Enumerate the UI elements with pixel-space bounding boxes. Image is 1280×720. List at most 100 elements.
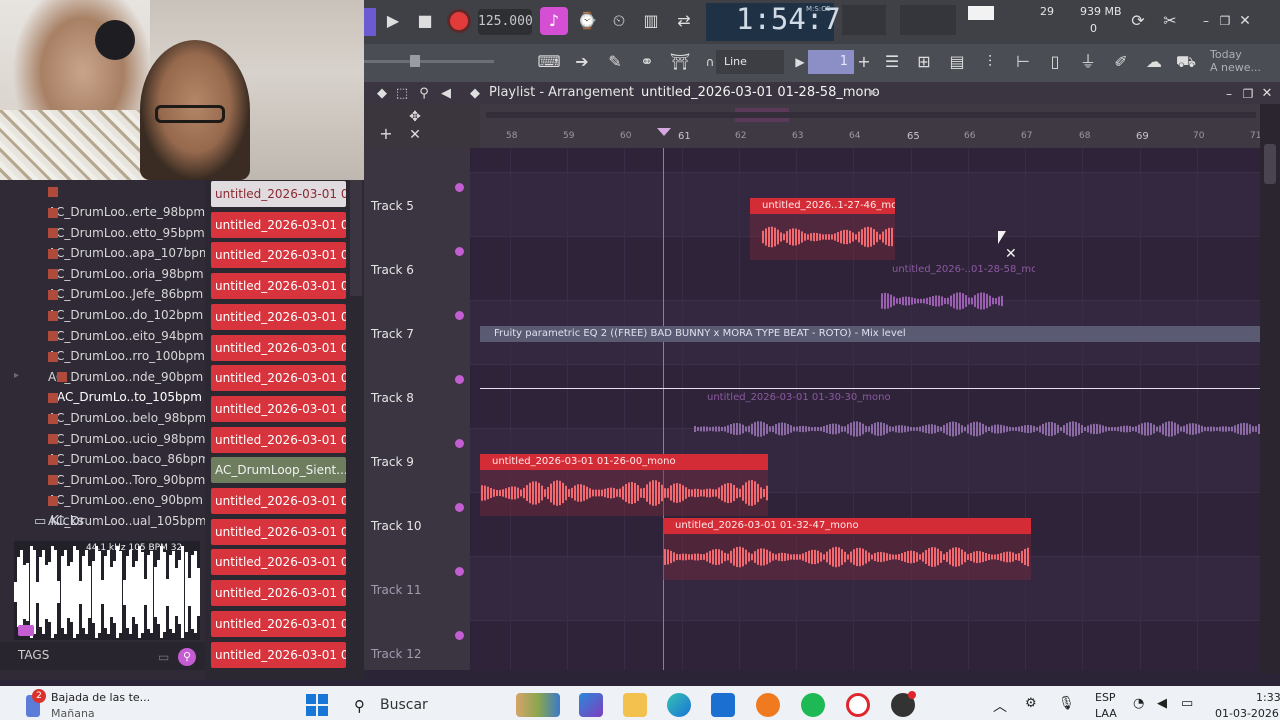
channel-button[interactable]: untitled_2026-03-01 00... <box>211 303 346 330</box>
browser-item[interactable]: AC_DrumLoo..erte_98bpm <box>48 182 208 219</box>
edge-icon[interactable] <box>667 693 691 717</box>
channel-button[interactable]: untitled_2026-03-01 00... <box>211 242 346 269</box>
wifi-icon[interactable]: ◔ <box>1133 696 1144 711</box>
channel-button[interactable]: untitled_2026-03-01 01... <box>211 549 346 576</box>
microphone-icon[interactable]: 🎙 <box>1058 696 1075 711</box>
pencil-icon[interactable]: ✎ <box>601 48 629 76</box>
track-mute-dot[interactable] <box>455 503 464 512</box>
cloud-sync-icon[interactable]: ⚙ <box>1025 696 1037 711</box>
tree-icon[interactable]: ⊢ <box>1009 48 1037 76</box>
channel-rack-icon[interactable]: ▤ <box>943 48 971 76</box>
browser-item[interactable]: AC_DrumLoo..ucio_98bpm <box>48 409 208 446</box>
record-icon[interactable] <box>447 9 471 33</box>
tempo-tap-icon[interactable]: ✐ <box>1107 48 1135 76</box>
pattern-selector[interactable]: 1 <box>808 50 854 74</box>
tags-label[interactable]: TAGS <box>18 648 49 662</box>
volume-icon[interactable]: ◀ <box>1157 696 1167 711</box>
play-icon[interactable]: ▶ <box>379 7 407 35</box>
playlist-scrollbar[interactable] <box>1260 104 1280 674</box>
track-7-label[interactable]: Track 7 <box>371 327 414 341</box>
channel-button[interactable]: untitled_2026-03-01 01... <box>211 641 346 668</box>
playhead-marker[interactable] <box>657 128 671 136</box>
browser-item[interactable]: AC_DrumLoo..oria_98bpm <box>48 244 208 281</box>
piano-roll-icon[interactable]: ⊞ <box>910 48 938 76</box>
channel-button[interactable]: AC_DrumLoop_Sient... <box>211 457 346 484</box>
track-mute-dot[interactable] <box>455 183 464 192</box>
snap-selector[interactable]: Line <box>716 50 784 74</box>
remove-track-icon[interactable]: ✕ <box>401 121 429 149</box>
close-icon[interactable]: ✕ <box>1231 7 1259 35</box>
browser-item[interactable]: AC_DrumLoo..rro_100bpm <box>48 326 208 363</box>
link-icon[interactable]: ⚭ <box>633 48 661 76</box>
fl-studio-icon[interactable] <box>756 693 780 717</box>
master-volume-slider[interactable] <box>842 5 886 35</box>
stamp-icon[interactable]: ⛩ <box>666 48 694 76</box>
browser-item[interactable]: AC_DrumLoo..baco_86bpm <box>48 429 210 466</box>
arrow-right-icon[interactable]: ➔ <box>568 48 596 76</box>
channel-button[interactable]: untitled_2026-03-01 01... <box>211 488 346 514</box>
keyboard-icon[interactable]: ⌨ <box>535 48 563 76</box>
browser-item[interactable]: AC_DrumLoo..do_102bpm <box>48 285 208 322</box>
browser-item[interactable]: AC_DrumLoo..belo_98bpm <box>48 388 208 425</box>
file-icon[interactable]: ▯ <box>1041 48 1069 76</box>
preview-play-icon[interactable] <box>18 625 34 636</box>
track-9-label[interactable]: Track 9 <box>371 455 414 469</box>
track-10-label[interactable]: Track 10 <box>371 519 421 533</box>
track-mute-dot[interactable] <box>455 567 464 576</box>
windows-start-icon[interactable] <box>306 694 328 716</box>
channel-button[interactable]: untitled_2026-03-01 01... <box>211 610 346 637</box>
tray-chevron-icon[interactable]: ︿ <box>993 696 1007 716</box>
browser-item[interactable]: AC_DrumLoo..etto_95bpm <box>48 203 208 240</box>
tempo-display[interactable]: 125.000 <box>478 9 533 35</box>
collapse-icon[interactable]: ▸ <box>14 370 19 381</box>
scrollbar-thumb[interactable] <box>1264 144 1276 184</box>
track-5-label[interactable]: Track 5 <box>371 199 414 213</box>
track-mute-dot[interactable] <box>455 439 464 448</box>
wait-icon[interactable]: ⌚ <box>573 7 601 35</box>
channel-scrollbar[interactable] <box>350 180 362 296</box>
plugin-icon[interactable]: ⏚ <box>1074 48 1102 76</box>
browser-item[interactable]: AC_DrumLoo..eito_94bpm <box>48 306 208 343</box>
browser-item[interactable]: AC_DrumLoo..eno_90bpm <box>48 470 208 507</box>
channel-button[interactable]: untitled_2026-03-01 00... <box>211 181 346 207</box>
add-pattern-icon[interactable]: + <box>850 48 878 76</box>
cpu-tool-icon[interactable]: ✂ <box>1156 7 1184 35</box>
battery-icon[interactable]: ▭ <box>1181 696 1193 711</box>
slider-handle[interactable] <box>410 55 420 67</box>
refresh-icon[interactable]: ⟳ <box>1124 7 1152 35</box>
folder-icon[interactable]: ▭ <box>158 650 169 664</box>
channel-button[interactable]: untitled_2026-03-01 00... <box>211 334 346 361</box>
track-11-label[interactable]: Track 11 <box>371 583 421 597</box>
search-icon[interactable]: ⚲ <box>178 648 196 666</box>
channel-button[interactable]: untitled_2026-03-01 01... <box>211 580 346 607</box>
loop-record-icon[interactable]: ⇄ <box>670 7 698 35</box>
track-mute-dot[interactable] <box>455 311 464 320</box>
sample-preview[interactable]: 44.1 kHz 105 BPM 32 <box>14 541 200 640</box>
file-explorer-icon[interactable] <box>623 693 647 717</box>
browser-item[interactable]: AC_DrumLoo..nde_90bpm <box>48 347 208 384</box>
add-track-icon[interactable]: + <box>372 120 400 148</box>
metronome-icon[interactable]: ♪ <box>540 7 568 35</box>
channel-button[interactable]: untitled_2026-03-01 01... <box>211 518 346 545</box>
master-pitch-slider[interactable] <box>364 60 494 63</box>
cloud-icon[interactable]: ☁ <box>1140 48 1168 76</box>
browser-item[interactable]: AC_DrumLoo..Toro_90bpm <box>48 450 208 487</box>
news-panel[interactable]: Today A newe... <box>1210 48 1261 74</box>
overview-bar[interactable] <box>486 112 1256 118</box>
track-mute-dot[interactable] <box>455 631 464 640</box>
channel-button[interactable]: untitled_2026-03-01 00... <box>211 273 346 300</box>
spotify-icon[interactable] <box>801 693 825 717</box>
typing-keyboard-icon[interactable]: ▥ <box>637 7 665 35</box>
track-8-label[interactable]: Track 8 <box>371 391 414 405</box>
channel-button[interactable]: untitled_2026-03-01 00... <box>211 395 346 422</box>
taskbar-search[interactable]: Buscar <box>346 692 506 718</box>
playlist-icon[interactable]: ☰ <box>878 48 906 76</box>
browser-folder-kicks[interactable]: ▭ Kicks <box>34 514 84 529</box>
opera-icon[interactable] <box>846 693 870 717</box>
channel-button[interactable]: untitled_2026-03-01 00... <box>211 426 346 453</box>
track-12-label[interactable]: Track 12 <box>371 647 421 661</box>
channel-button[interactable]: untitled_2026-03-01 00... <box>211 211 346 238</box>
playlist-grid[interactable]: untitled_2026..1-27-46_mono untitled_202… <box>470 148 1260 670</box>
microsoft365-icon[interactable] <box>579 693 603 717</box>
mixer-icon[interactable]: ⫶ <box>976 48 1004 76</box>
